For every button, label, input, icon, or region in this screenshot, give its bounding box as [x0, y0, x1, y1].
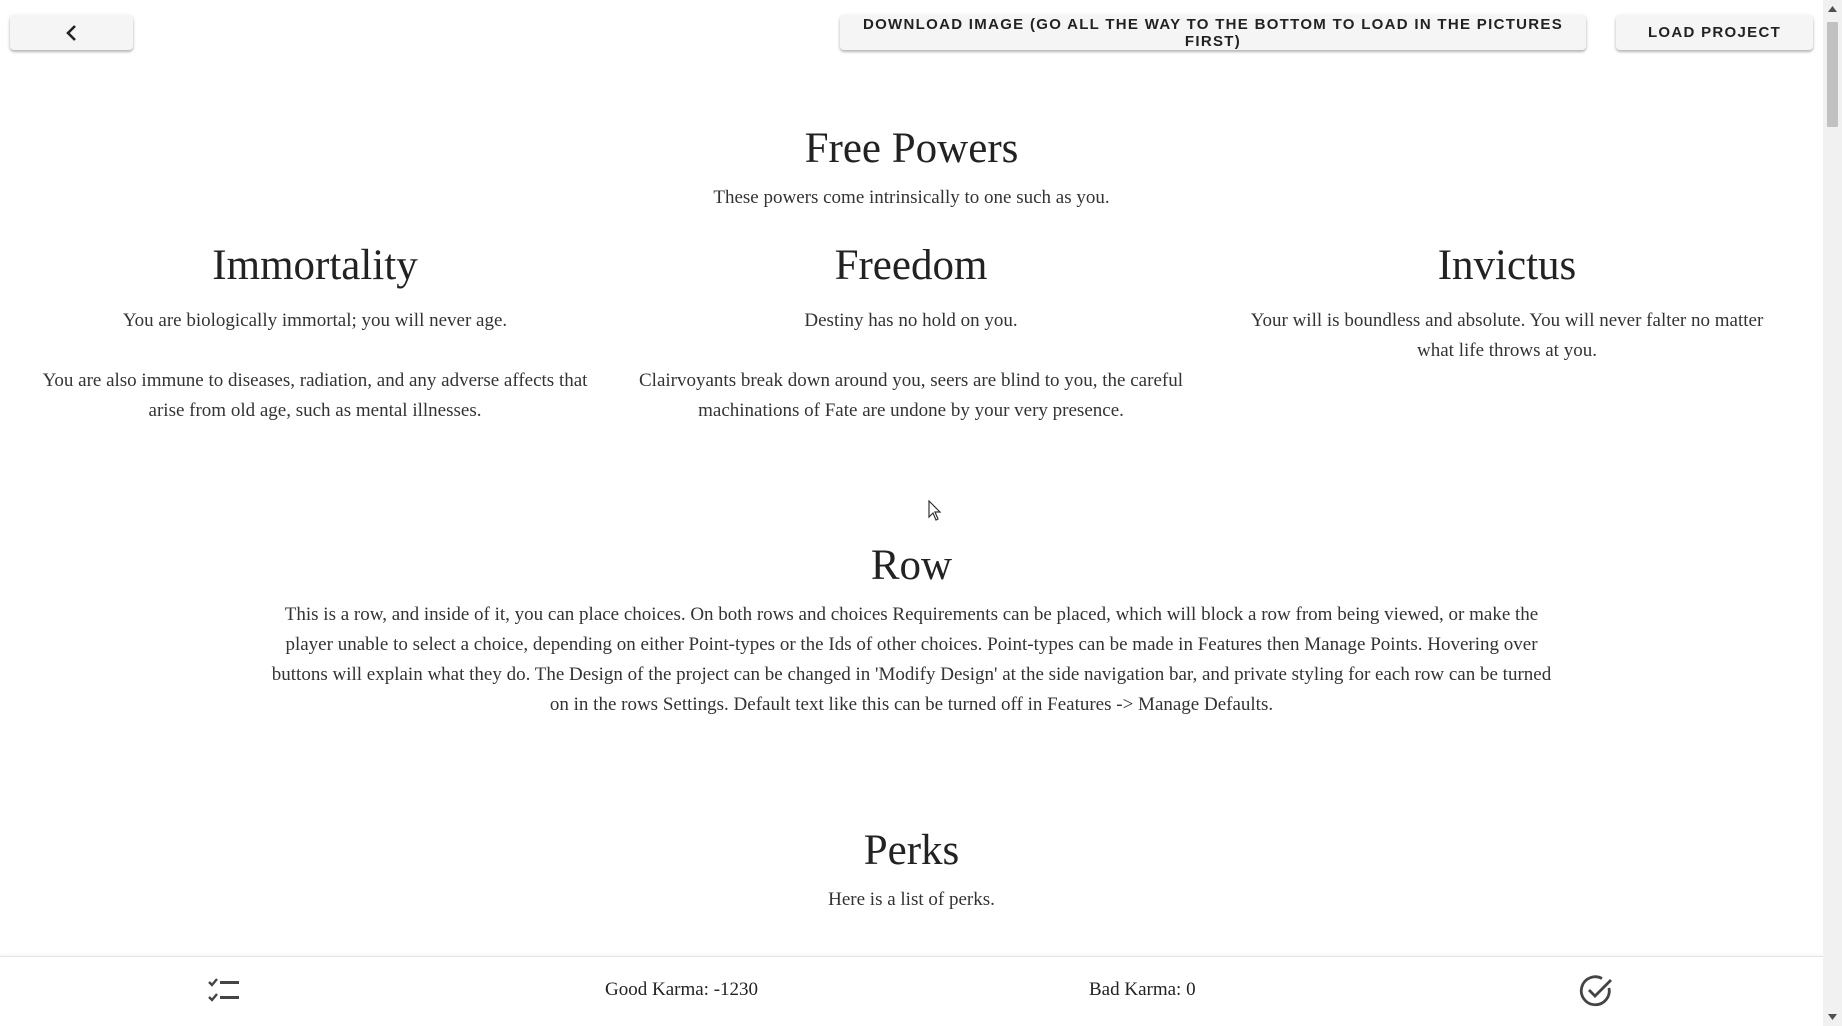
choice-paragraph: You are biologically immortal; you will … [122, 310, 508, 331]
check-circle-icon[interactable] [1578, 973, 1614, 1009]
row-description: Here is a list of perks. [828, 889, 995, 910]
choice-description: Your will is boundless and absolute. You… [1232, 306, 1782, 366]
choice-title: Immortality [212, 242, 418, 289]
choice-paragraph: Your will is boundless and absolute. You… [1250, 310, 1764, 361]
choice-description: Destiny has no hold on you. Clairvoyants… [636, 306, 1186, 426]
choice-paragraph: Clairvoyants break down around you, seer… [639, 370, 1183, 421]
row-default: Row This is a row, and inside of it, you… [0, 541, 1823, 720]
row-description: This is a row, and inside of it, you can… [271, 604, 1552, 715]
main-content: Free Powers These powers come intrinsica… [0, 0, 1823, 958]
choice-invictus[interactable]: Invictus Your will is boundless and abso… [1232, 241, 1782, 396]
row-description: These powers come intrinsically to one s… [713, 187, 1110, 208]
back-button[interactable] [10, 15, 133, 50]
checklist-icon[interactable] [206, 973, 242, 1009]
choice-title: Freedom [834, 242, 988, 289]
row-title: Row [870, 542, 953, 589]
bottom-bar: Good Karma: -1230 Bad Karma: 0 [0, 956, 1823, 1026]
bad-karma-counter: Bad Karma: 0 [1089, 979, 1196, 1000]
row-perks: Perks Here is a list of perks. [0, 826, 1823, 915]
choice-description: You are biologically immortal; you will … [40, 306, 590, 426]
good-karma-counter: Good Karma: -1230 [605, 979, 759, 1000]
row-free-powers: Free Powers These powers come intrinsica… [0, 124, 1823, 213]
row-title: Perks [863, 827, 960, 874]
row-title: Free Powers [804, 125, 1019, 172]
choice-title: Invictus [1437, 242, 1577, 289]
mouse-cursor-icon [928, 500, 942, 521]
load-project-button[interactable]: LOAD PROJECT [1616, 15, 1813, 50]
download-image-button[interactable]: DOWNLOAD IMAGE (GO ALL THE WAY TO THE BO… [840, 15, 1586, 50]
vertical-scrollbar[interactable] [1823, 0, 1842, 1026]
choice-paragraph: You are also immune to diseases, radiati… [42, 370, 588, 421]
scroll-down-arrow-icon[interactable] [1823, 1008, 1842, 1026]
choice-immortality[interactable]: Immortality You are biologically immorta… [40, 241, 590, 456]
scroll-up-arrow-icon[interactable] [1823, 0, 1842, 18]
scroll-thumb[interactable] [1827, 22, 1838, 127]
choice-paragraph: Destiny has no hold on you. [804, 310, 1018, 331]
choice-freedom[interactable]: Freedom Destiny has no hold on you. Clai… [636, 241, 1186, 456]
chevron-left-icon [65, 24, 76, 41]
